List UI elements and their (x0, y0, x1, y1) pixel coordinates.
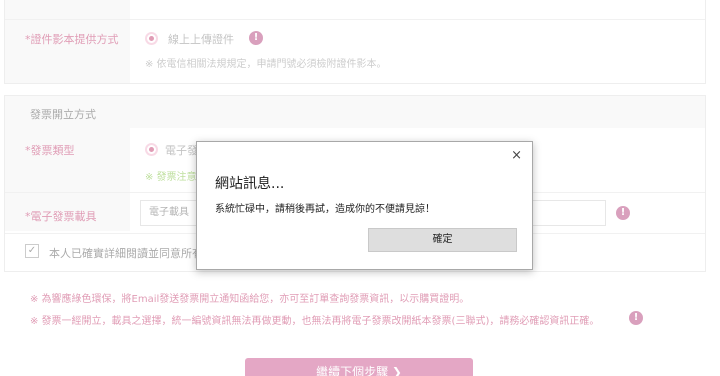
dialog-message: 系統忙碌中，請稍後再試，造成你的不便請見諒！ (215, 204, 435, 215)
confirm-button[interactable]: 確定 (368, 228, 517, 252)
site-message-dialog: × 網站訊息... 系統忙碌中，請稍後再試，造成你的不便請見諒！ 確定 (196, 141, 533, 270)
close-icon[interactable]: × (511, 148, 522, 163)
dialog-title: 網站訊息... (215, 176, 285, 192)
